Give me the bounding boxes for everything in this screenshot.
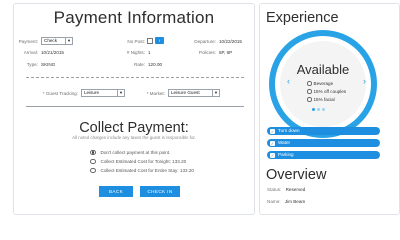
- available-item[interactable]: 15% off couples: [307, 89, 346, 94]
- available-title: Available: [296, 62, 350, 77]
- carousel-dots: [312, 108, 325, 111]
- amenity-label: Water: [278, 140, 291, 145]
- chevron-right-icon[interactable]: ›: [363, 76, 366, 86]
- collect-payment-title: Collect Payment:: [79, 120, 189, 136]
- payment-select-value: Check: [44, 38, 58, 43]
- no-post-info-button[interactable]: i: [155, 37, 164, 44]
- payment-panel: Payment Information Payment: Check ▼ No …: [13, 3, 255, 215]
- carousel-dot[interactable]: [317, 108, 320, 111]
- policies-label: Policies:: [198, 50, 216, 55]
- overview-name-row: Name: Jim Beam: [267, 199, 305, 204]
- overview-status-row: Status: Reserved: [267, 187, 305, 192]
- collect-option-none[interactable]: Don't collect payment at this point.: [90, 149, 170, 156]
- check-in-button[interactable]: CHECK IN: [140, 186, 180, 197]
- chevron-left-icon[interactable]: ‹: [287, 76, 290, 86]
- section-divider: [26, 106, 244, 107]
- collect-option-label: Don't collect payment at this point.: [100, 150, 171, 155]
- radio-button[interactable]: [90, 167, 96, 174]
- available-item-label: 15% off couples: [313, 89, 347, 94]
- market-value: Leisure Guest: [171, 90, 200, 95]
- chevron-down-icon: ▼: [65, 38, 72, 44]
- market-label: * Market:: [146, 91, 165, 96]
- experience-panel: Experience Available ‹ › Beverage 15% of…: [259, 3, 400, 215]
- name-label: Name:: [267, 199, 281, 204]
- status-label: Status:: [267, 187, 282, 192]
- rate-label: Rate:: [134, 62, 145, 67]
- market-select[interactable]: Leisure Guest ▼: [168, 89, 220, 97]
- guest-tracking-value: Leisure: [84, 90, 100, 95]
- rate-value: 120.00: [148, 62, 163, 67]
- collect-option-label: Collect Estimated Cost for Entire Stay: …: [100, 168, 194, 173]
- checkmark-icon: ✓: [270, 128, 275, 134]
- back-button[interactable]: BACK: [99, 186, 133, 197]
- chevron-down-icon: ▼: [212, 90, 219, 96]
- arrival-value: 10/21/2015: [41, 50, 64, 55]
- status-value: Reserved: [285, 187, 306, 192]
- available-item-label: Beverage: [313, 81, 334, 86]
- checkmark-icon: ✓: [270, 152, 275, 158]
- available-item[interactable]: Beverage: [307, 81, 333, 86]
- collect-option-tonight[interactable]: Collect Estimated Cost for Tonight: 133.…: [90, 158, 186, 165]
- available-item-label: 15% facial: [313, 97, 335, 102]
- nights-label: # Nights:: [126, 50, 145, 55]
- name-value: Jim Beam: [284, 199, 306, 204]
- amenity-pill-turn-down[interactable]: ✓ Turn down: [267, 127, 380, 135]
- overview-title: Overview: [266, 167, 327, 183]
- section-divider: [26, 77, 244, 78]
- guest-tracking-select[interactable]: Leisure ▼: [81, 89, 125, 97]
- type-value: SKING: [41, 62, 56, 67]
- guest-tracking-label: * Guest Tracking:: [42, 91, 78, 96]
- policies-value: 6P, 6P: [219, 50, 233, 55]
- amenity-label: Turn down: [278, 128, 300, 133]
- checkmark-icon: ✓: [270, 140, 275, 146]
- radio-button[interactable]: [90, 149, 96, 156]
- no-post-label: No Post:: [127, 39, 145, 44]
- nights-value: 1: [148, 50, 151, 55]
- page-title: Payment Information: [53, 8, 215, 27]
- payment-select[interactable]: Check ▼: [41, 37, 73, 45]
- departure-value: 10/22/2015: [219, 39, 242, 44]
- arrival-label: Arrival:: [23, 50, 38, 55]
- carousel-dot[interactable]: [312, 108, 315, 111]
- radio-button[interactable]: [307, 89, 312, 94]
- no-post-checkbox[interactable]: [147, 38, 153, 44]
- amenity-label: Parking: [278, 152, 294, 157]
- collect-option-label: Collect Estimated Cost for Tonight: 133.…: [100, 159, 187, 164]
- payment-label: Payment:: [18, 39, 38, 44]
- available-item[interactable]: 15% facial: [307, 97, 335, 102]
- amenity-pill-water[interactable]: ✓ Water: [267, 139, 380, 147]
- amenity-pill-parking[interactable]: ✓ Parking: [267, 151, 380, 159]
- type-label: Type:: [26, 62, 38, 67]
- radio-button[interactable]: [307, 97, 312, 102]
- radio-button[interactable]: [307, 81, 312, 86]
- experience-title: Experience: [266, 10, 339, 26]
- carousel-dot[interactable]: [322, 108, 325, 111]
- radio-button[interactable]: [90, 158, 96, 165]
- departure-label: Departure:: [194, 39, 216, 44]
- info-icon: i: [159, 38, 160, 43]
- collect-option-entire-stay[interactable]: Collect Estimated Cost for Entire Stay: …: [90, 167, 194, 174]
- collect-payment-subtitle: All noted charges include any taxes the …: [72, 135, 196, 140]
- chevron-down-icon: ▼: [117, 90, 124, 96]
